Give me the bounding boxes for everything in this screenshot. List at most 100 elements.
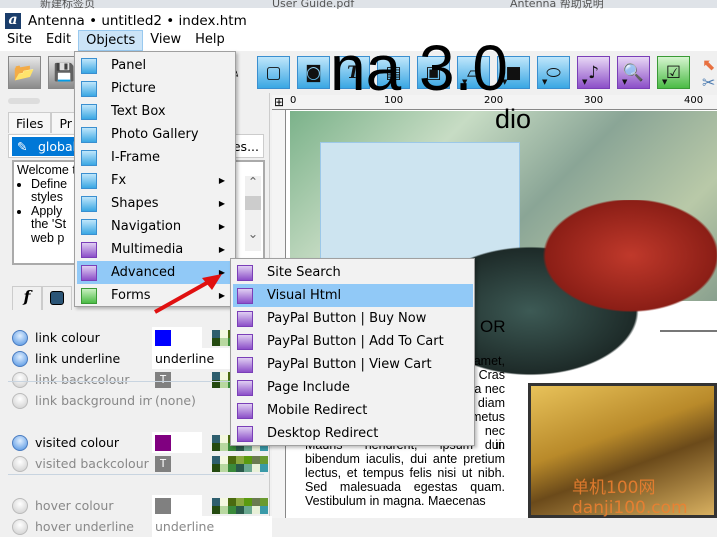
menu-view[interactable]: View [143,30,188,51]
menu-item-paypal-button-buy-now[interactable]: PayPal Button | Buy Now [233,307,473,330]
panel-tool-button[interactable]: ▢ [257,56,290,89]
palette-swatch[interactable] [244,455,252,464]
palette-swatch[interactable] [212,497,220,506]
transparent-swatch[interactable]: T [155,455,171,472]
palette-swatch[interactable] [212,442,220,451]
color-palette[interactable] [212,497,268,514]
palette-swatch[interactable] [252,455,260,464]
menu-item-navigation[interactable]: Navigation ▶ [77,215,233,238]
palette-swatch[interactable] [228,463,236,472]
property-toggle-radio[interactable] [12,455,28,472]
property-toggle-radio[interactable] [12,392,28,409]
property-value[interactable]: underline [152,516,272,537]
palette-swatch[interactable] [236,505,244,514]
navigation-tool-button[interactable]: ⬭ ▼ [537,56,570,89]
palette-swatch[interactable] [212,371,220,380]
palette-swatch[interactable] [244,497,252,506]
welcome-scrollbar[interactable]: ⌃ ⌄ [245,175,261,251]
property-row[interactable]: link underline underline [12,348,272,369]
property-toggle-radio[interactable] [12,497,28,514]
menu-item-picture[interactable]: Picture [77,77,233,100]
palette-swatch[interactable] [220,455,228,464]
property-toggle-radio[interactable] [12,329,28,346]
open-folder-button[interactable]: 📂 [8,56,41,89]
property-value[interactable] [152,432,202,453]
menu-site[interactable]: Site [0,30,39,51]
property-row[interactable]: hover underline underline [12,516,272,537]
palette-swatch[interactable] [220,434,228,443]
palette-swatch[interactable] [220,505,228,514]
menu-item-fx[interactable]: Fx ▶ [77,169,233,192]
property-value[interactable] [152,327,202,348]
menu-item-panel[interactable]: Panel [77,54,233,77]
menu-edit[interactable]: Edit [39,30,78,51]
menu-item-mobile-redirect[interactable]: Mobile Redirect [233,399,473,422]
transparent-swatch[interactable]: T [155,371,171,388]
property-row[interactable]: visited colour [12,432,268,453]
palette-swatch[interactable] [228,505,236,514]
tab-font[interactable]: f [12,286,42,310]
palette-swatch[interactable] [212,455,220,464]
scissors-icon[interactable]: ✂ [702,73,715,92]
palette-swatch[interactable] [220,497,228,506]
palette-swatch[interactable] [236,497,244,506]
grid-toggle-icon[interactable]: ⊞ [274,95,284,109]
palette-swatch[interactable] [212,329,220,338]
menu-item-paypal-button-view-cart[interactable]: PayPal Button | View Cart [233,353,473,376]
palette-swatch[interactable] [236,455,244,464]
palette-swatch[interactable] [212,463,220,472]
color-palette[interactable] [212,455,268,472]
property-value[interactable]: T [152,453,202,474]
property-toggle-radio[interactable] [12,371,28,388]
menu-help[interactable]: Help [188,30,232,51]
palette-swatch[interactable] [236,463,244,472]
palette-swatch[interactable] [220,442,228,451]
multimedia-tool-button[interactable]: ♪ ▼ [577,56,610,89]
palette-swatch[interactable] [252,463,260,472]
menu-item-page-include[interactable]: Page Include [233,376,473,399]
menu-item-i-frame[interactable]: I-Frame [77,146,233,169]
property-row[interactable]: visited backcolour T [12,453,268,474]
palette-swatch[interactable] [220,337,228,346]
palette-swatch[interactable] [244,505,252,514]
color-swatch[interactable] [155,329,171,346]
tab-files[interactable]: Files [8,112,52,133]
menu-item-visual-html[interactable]: Visual Html [233,284,473,307]
palette-swatch[interactable] [228,497,236,506]
color-swatch[interactable] [155,434,171,451]
menu-objects[interactable]: Objects [78,30,144,51]
palette-swatch[interactable] [252,497,260,506]
property-toggle-radio[interactable] [12,350,28,367]
palette-swatch[interactable] [220,371,228,380]
palette-swatch[interactable] [260,455,268,464]
property-toggle-radio[interactable] [12,434,28,451]
color-swatch[interactable] [155,497,171,514]
palette-swatch[interactable] [244,463,252,472]
pointer-arrow-icon[interactable]: ⬉ [702,55,715,74]
menu-item-multimedia[interactable]: Multimedia ▶ [77,238,233,261]
property-row[interactable]: link background imag(none) [12,390,264,411]
tab-box[interactable] [42,286,72,310]
picture-tool-button[interactable]: ◙ [297,56,330,89]
palette-swatch[interactable] [212,505,220,514]
palette-swatch[interactable] [260,463,268,472]
property-row[interactable]: link backcolour T [12,369,268,390]
palette-swatch[interactable] [212,337,220,346]
panel-slider[interactable] [8,98,40,104]
property-row[interactable]: link colour [12,327,268,348]
property-toggle-radio[interactable] [12,518,28,535]
property-value[interactable]: T [152,369,202,390]
menu-item-photo-gallery[interactable]: Photo Gallery [77,123,233,146]
palette-swatch[interactable] [260,497,268,506]
browser-tab[interactable]: Antenna 帮助说明 [510,0,604,10]
property-value[interactable] [152,495,202,516]
palette-swatch[interactable] [260,505,268,514]
browser-tab[interactable]: User Guide.pdf [272,0,354,10]
menu-item-text-box[interactable]: Text Box [77,100,233,123]
browser-tab[interactable]: 新建标签页 [40,0,95,10]
palette-swatch[interactable] [220,463,228,472]
property-row[interactable]: hover colour [12,495,268,516]
forms-tool-button[interactable]: ☑ ▼ [657,56,690,89]
menu-item-shapes[interactable]: Shapes ▶ [77,192,233,215]
palette-swatch[interactable] [228,455,236,464]
